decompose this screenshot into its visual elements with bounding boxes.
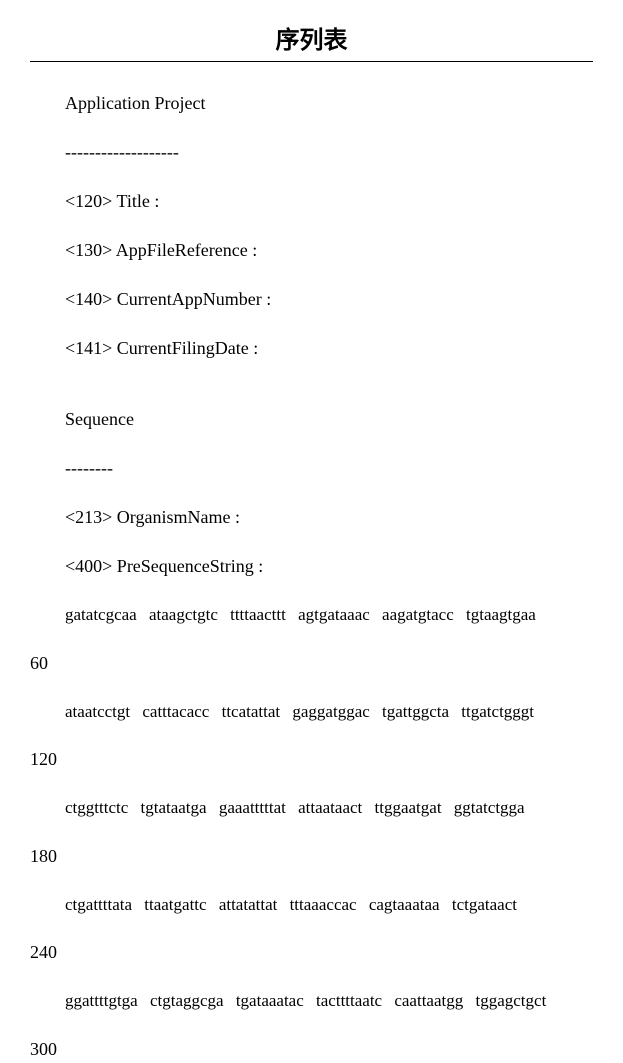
field-140-appnumber: <140> CurrentAppNumber : (65, 286, 593, 313)
sequence-dashes: -------- (65, 455, 593, 482)
field-141-filingdate: <141> CurrentFilingDate : (65, 335, 593, 362)
sequence-position: 60 (30, 650, 593, 677)
sequence-row: ctgattttata ttaatgattc attatattat tttaaa… (65, 892, 593, 918)
field-130-appfileref: <130> AppFileReference : (65, 237, 593, 264)
sequence-row: ctggtttctc tgtataatga gaaatttttat attaat… (65, 795, 593, 821)
application-project-label: Application Project (65, 90, 593, 117)
document-content: Application Project ------------------- … (30, 90, 593, 1063)
field-213-organism: <213> OrganismName : (65, 504, 593, 531)
field-400-presequence: <400> PreSequenceString : (65, 553, 593, 580)
sequence-position: 180 (30, 843, 593, 870)
sequence-row: ataatcctgt catttacacc ttcatattat gaggatg… (65, 699, 593, 725)
title-divider (30, 61, 593, 62)
sequence-row: ggattttgtga ctgtaggcga tgataaatac tacttt… (65, 988, 593, 1014)
sequence-row: gatatcgcaa ataagctgtc ttttaacttt agtgata… (65, 602, 593, 628)
sequence-position: 120 (30, 746, 593, 773)
field-120-title: <120> Title : (65, 188, 593, 215)
sequence-position: 300 (30, 1036, 593, 1063)
sequence-label: Sequence (65, 406, 593, 433)
header-dashes: ------------------- (65, 139, 593, 166)
page-title: 序列表 (276, 20, 348, 55)
sequence-position: 240 (30, 939, 593, 966)
